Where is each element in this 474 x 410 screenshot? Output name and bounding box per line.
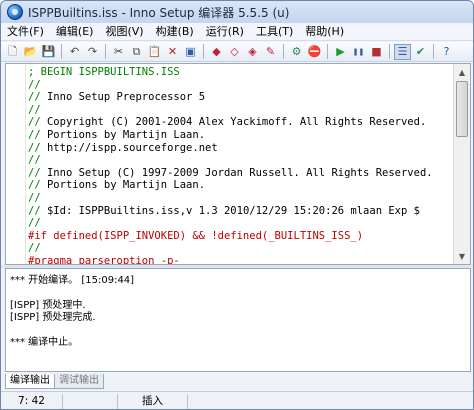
toolbar-separator	[433, 44, 434, 59]
toolbar-separator	[105, 44, 106, 59]
delete-icon[interactable]: ✕	[164, 44, 181, 60]
editor-vertical-scrollbar[interactable]: ▲ ▼	[453, 64, 470, 264]
menu-item[interactable]: 编辑(E)	[50, 23, 100, 41]
code-line: //	[28, 242, 41, 255]
find-icon[interactable]: ◆	[208, 44, 225, 60]
toolbar-separator	[283, 44, 284, 59]
scroll-up-arrow-icon[interactable]: ▲	[454, 64, 470, 80]
menu-item[interactable]: 文件(F)	[1, 23, 50, 41]
menu-item[interactable]: 视图(V)	[99, 23, 149, 41]
help-icon[interactable]: ?	[438, 44, 455, 60]
menu-item[interactable]: 构建(B)	[150, 23, 200, 41]
title-bar[interactable]: ISPPBuiltins.iss - Inno Setup 编译器 5.5.5 …	[1, 1, 473, 23]
new-file-icon[interactable]: 🗋	[4, 44, 21, 60]
code-line: // http://ispp.sourceforge.net	[28, 141, 218, 154]
modified-indicator	[63, 393, 118, 409]
menu-item[interactable]: 工具(T)	[250, 23, 299, 41]
menu-item[interactable]: 帮助(H)	[299, 23, 350, 41]
code-line: //	[28, 103, 41, 116]
output-tabs: 编译输出 调试输出	[5, 373, 471, 389]
code-line: //	[28, 78, 41, 91]
open-file-icon[interactable]: 📂	[22, 44, 39, 60]
find-next-icon[interactable]: ◇	[226, 44, 243, 60]
editor-gutter	[6, 64, 26, 264]
insert-mode-indicator: 插入	[118, 393, 188, 409]
pause-icon[interactable]: ❚❚	[350, 44, 367, 60]
save-icon[interactable]: 💾	[40, 44, 57, 60]
status-bar: 7: 42 插入	[1, 391, 473, 409]
replace-icon[interactable]: ◈	[244, 44, 261, 60]
code-line: //	[28, 217, 41, 230]
toolbar-separator	[327, 44, 328, 59]
code-line: // $Id: ISPPBuiltins.iss,v 1.3 2010/12/2…	[28, 204, 420, 217]
compiler-output-pane[interactable]: *** 开始编译。 [15:09:44] [ISPP] 预处理中. [ISPP] 预…	[5, 268, 471, 372]
tab-debug-output[interactable]: 调试输出	[55, 374, 104, 389]
toolbar-separator	[389, 44, 390, 59]
redo-icon[interactable]: ↷	[84, 44, 101, 60]
scroll-down-arrow-icon[interactable]: ▼	[454, 248, 470, 264]
toolbar: 🗋 📂 💾 ↶ ↷ ✂ ⧉ 📋 ✕ ▣ ◆ ◇ ◈ ✎ ⚙ ⛔ ▶ ❚❚ ■ ☰ ✔?	[1, 42, 473, 62]
menu-bar: 文件(F) 编辑(E) 视图(V) 构建(B) 运行(R) 工具(T) 帮助(H)	[1, 23, 473, 41]
menu-item[interactable]: 运行(R)	[200, 23, 250, 41]
output-line: *** 编译中止。	[10, 336, 79, 348]
tab-compiler-output[interactable]: 编译输出	[5, 374, 55, 389]
code-line: // Inno Setup (C) 1997-2009 Jordan Russe…	[28, 166, 433, 179]
app-window: ISPPBuiltins.iss - Inno Setup 编译器 5.5.5 …	[0, 0, 474, 410]
wizard-icon[interactable]: ✔	[412, 44, 429, 60]
cut-icon[interactable]: ✂	[110, 44, 127, 60]
code-line: // Portions by Martijn Laan.	[28, 179, 206, 192]
code-line: #if defined(ISPP_INVOKED) && !defined(_B…	[28, 229, 364, 242]
cursor-position: 7: 42	[1, 393, 63, 409]
code-text[interactable]: ; BEGIN ISPPBUILTINS.ISS//// Inno Setup …	[28, 66, 451, 265]
toolbar-separator	[61, 44, 62, 59]
code-line: // Portions by Martijn Laan.	[28, 128, 206, 141]
undo-icon[interactable]: ↶	[66, 44, 83, 60]
stop-compile-icon[interactable]: ⛔	[306, 44, 323, 60]
app-icon	[7, 4, 23, 20]
toolbar-separator	[203, 44, 204, 59]
code-line: // Inno Setup Preprocessor 5	[28, 91, 206, 104]
output-line: [ISPP] 预处理完成.	[10, 311, 96, 323]
code-editor[interactable]: ; BEGIN ISPPBUILTINS.ISS//// Inno Setup …	[5, 63, 471, 265]
select-all-icon[interactable]: ▣	[182, 44, 199, 60]
code-line: //	[28, 191, 41, 204]
run-icon[interactable]: ▶	[332, 44, 349, 60]
output-line: *** 开始编译。 [15:09:44]	[10, 275, 135, 286]
window-title: ISPPBuiltins.iss - Inno Setup 编译器 5.5.5 …	[28, 5, 290, 20]
compile-icon[interactable]: ⚙	[288, 44, 305, 60]
status-message	[188, 394, 200, 409]
code-line: ; BEGIN ISPPBUILTINS.ISS	[28, 66, 180, 78]
scroll-thumb[interactable]	[456, 81, 468, 137]
code-line: #pragma parseroption -p-	[28, 254, 180, 265]
paste-icon[interactable]: 📋	[146, 44, 163, 60]
code-line: //	[28, 154, 41, 167]
goto-line-icon[interactable]: ✎	[262, 44, 279, 60]
options-icon[interactable]: ☰	[394, 43, 411, 60]
copy-icon[interactable]: ⧉	[128, 44, 145, 60]
terminate-icon[interactable]: ■	[368, 44, 385, 60]
code-line: // Copyright (C) 2001-2004 Alex Yackimof…	[28, 116, 427, 129]
